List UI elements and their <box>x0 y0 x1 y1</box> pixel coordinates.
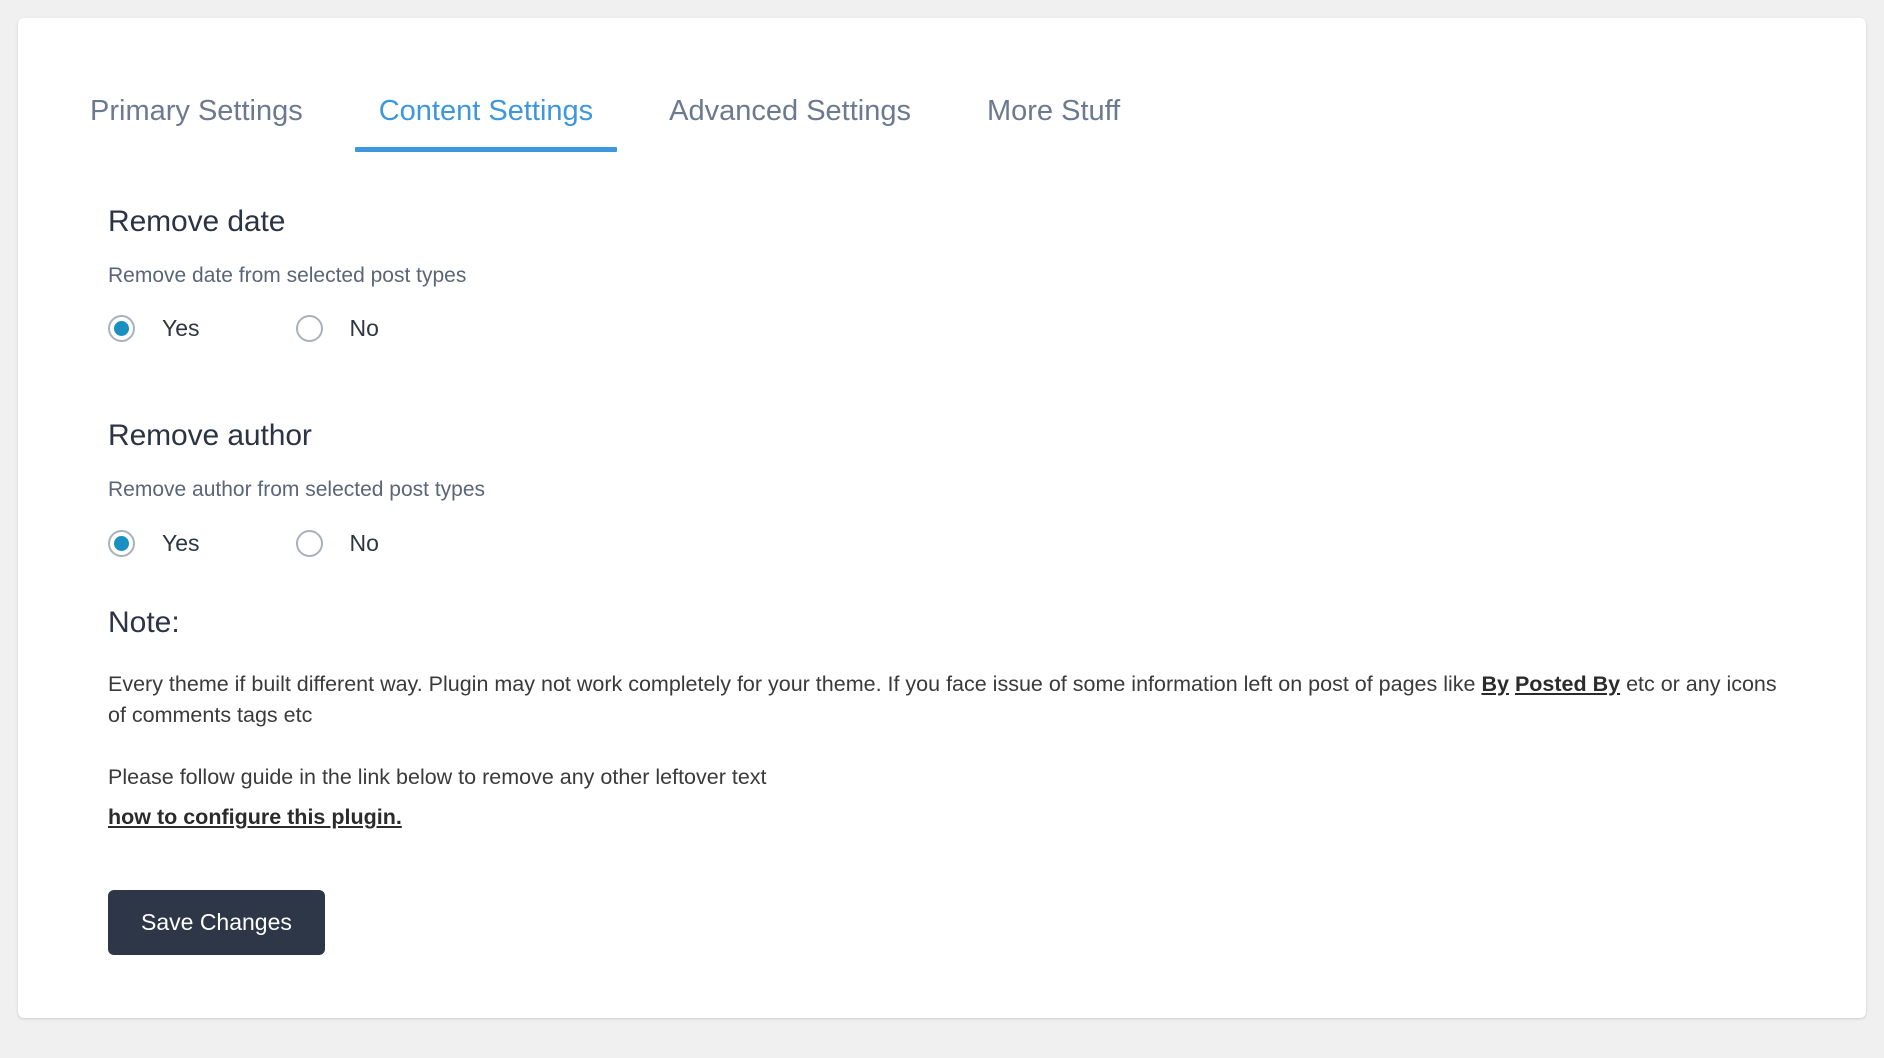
radio-unselected-icon[interactable] <box>295 529 323 557</box>
settings-content: Remove date Remove date from selected po… <box>18 152 1866 955</box>
tab-more-stuff[interactable]: More Stuff <box>987 97 1120 152</box>
radio-remove-date-no-label: No <box>349 315 379 342</box>
tab-more-stuff-label: More Stuff <box>986 95 1121 127</box>
note-paragraph-2-text: Please follow guide in the link below to… <box>108 765 767 790</box>
radio-group-remove-date: Yes No <box>108 315 1794 343</box>
configure-plugin-link[interactable]: how to configure this plugin. <box>108 802 402 834</box>
section-remove-author: Remove author Remove author from selecte… <box>108 418 1794 557</box>
tab-content-settings[interactable]: Content Settings <box>354 95 618 152</box>
section-remove-author-description: Remove author from selected post types <box>108 478 486 502</box>
radio-selected-icon[interactable] <box>108 315 135 343</box>
section-remove-date: Remove date Remove date from selected po… <box>108 204 1794 343</box>
note-title: Note: <box>108 605 180 639</box>
save-changes-button[interactable]: Save Changes <box>108 889 325 955</box>
note-section: Note: Every theme if built different way… <box>108 605 1794 834</box>
tab-primary-settings-label: Primary Settings <box>90 95 303 127</box>
radio-remove-author-no-label: No <box>349 529 379 556</box>
tab-primary-settings[interactable]: Primary Settings <box>90 97 303 152</box>
section-remove-date-title: Remove date <box>108 205 286 238</box>
radio-remove-date-yes-label: Yes <box>162 315 200 342</box>
radio-remove-author-no[interactable]: No <box>295 529 379 557</box>
radio-remove-date-yes[interactable]: Yes <box>108 315 200 343</box>
radio-remove-author-yes[interactable]: Yes <box>108 529 200 557</box>
note-paragraph-1-text-1: Every theme if built different way. Plug… <box>108 671 1482 696</box>
section-remove-date-description: Remove date from selected post types <box>108 264 467 287</box>
radio-remove-author-yes-label: Yes <box>162 529 200 556</box>
radio-remove-date-no[interactable]: No <box>295 315 379 343</box>
note-emphasis-by: By <box>1481 671 1509 696</box>
tab-advanced-settings[interactable]: Advanced Settings <box>669 97 911 152</box>
tab-content-settings-label: Content Settings <box>378 95 594 127</box>
section-remove-author-title: Remove author <box>108 419 312 453</box>
note-paragraph-1: Every theme if built different way. Plug… <box>108 669 1794 733</box>
radio-unselected-icon[interactable] <box>295 315 323 343</box>
tab-advanced-settings-label: Advanced Settings <box>669 95 911 127</box>
note-emphasis-posted-by: Posted By <box>1514 671 1621 696</box>
tab-bar: Primary Settings Content Settings Advanc… <box>18 18 1866 152</box>
settings-card: Primary Settings Content Settings Advanc… <box>18 18 1866 1018</box>
radio-selected-icon[interactable] <box>108 529 135 557</box>
radio-group-remove-author: Yes No <box>108 529 1794 557</box>
note-paragraph-2: Please follow guide in the link below to… <box>108 762 1794 834</box>
